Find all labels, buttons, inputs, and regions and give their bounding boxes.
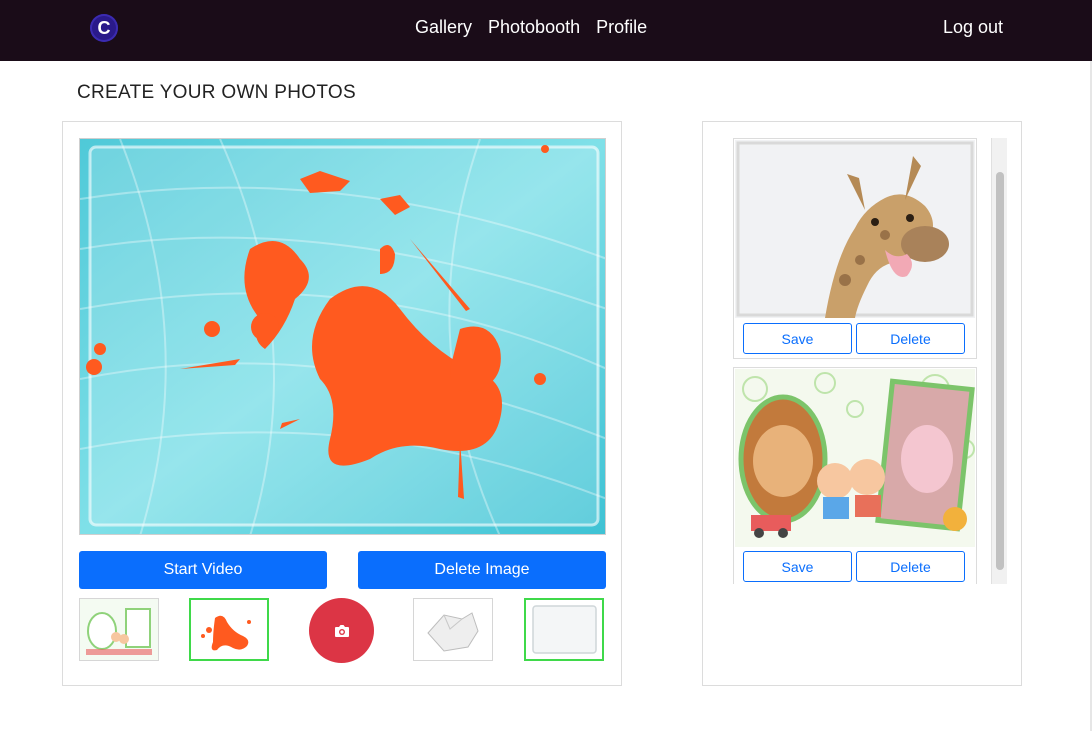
orange-splash-sticker-icon (191, 600, 267, 659)
app-logo[interactable]: C (90, 14, 118, 42)
white-frame-sticker-icon (526, 600, 602, 659)
saved-photos-list: Save Delete Save Delete (733, 138, 1007, 584)
gallery-scrollbar[interactable] (991, 138, 1007, 584)
gallery-item: Save Delete (733, 367, 977, 584)
sticker-white-frame[interactable] (524, 598, 604, 661)
gallery-panel: Save Delete Save Delete (702, 121, 1022, 686)
capture-button[interactable] (309, 598, 374, 663)
save-button[interactable]: Save (743, 323, 852, 354)
nav-link-gallery[interactable]: Gallery (415, 17, 472, 38)
start-video-button[interactable]: Start Video (79, 551, 327, 589)
giraffe-photo-image (735, 140, 975, 318)
baby-frame-photo-image (735, 369, 975, 547)
scrollbar-thumb[interactable] (996, 172, 1004, 570)
baby-frame-sticker-icon (80, 599, 158, 660)
delete-image-button[interactable]: Delete Image (358, 551, 606, 589)
canvas-image (80, 139, 605, 534)
sticker-orange-splash[interactable] (189, 598, 269, 661)
nav-link-photobooth[interactable]: Photobooth (488, 17, 580, 38)
logout-link[interactable]: Log out (943, 17, 1003, 38)
nav-link-profile[interactable]: Profile (596, 17, 647, 38)
giraffe-photo (735, 140, 975, 318)
gallery-item: Save Delete (733, 138, 977, 359)
sticker-baby-frame[interactable] (79, 598, 159, 661)
delete-button[interactable]: Delete (856, 323, 965, 354)
nav-links: Gallery Photobooth Profile (415, 17, 647, 38)
photo-canvas[interactable] (79, 138, 606, 535)
torn-paper-sticker-icon (414, 599, 492, 660)
sticker-torn-paper[interactable] (413, 598, 493, 661)
baby-frame-photo (735, 369, 975, 547)
page-title: CREATE YOUR OWN PHOTOS (77, 82, 356, 103)
save-button[interactable]: Save (743, 551, 852, 582)
camera-icon (334, 624, 349, 637)
logo-letter: C (97, 17, 111, 38)
navbar: C Gallery Photobooth Profile Log out (0, 0, 1092, 61)
delete-button[interactable]: Delete (856, 551, 965, 582)
photobooth-panel: Start Video Delete Image (62, 121, 622, 686)
